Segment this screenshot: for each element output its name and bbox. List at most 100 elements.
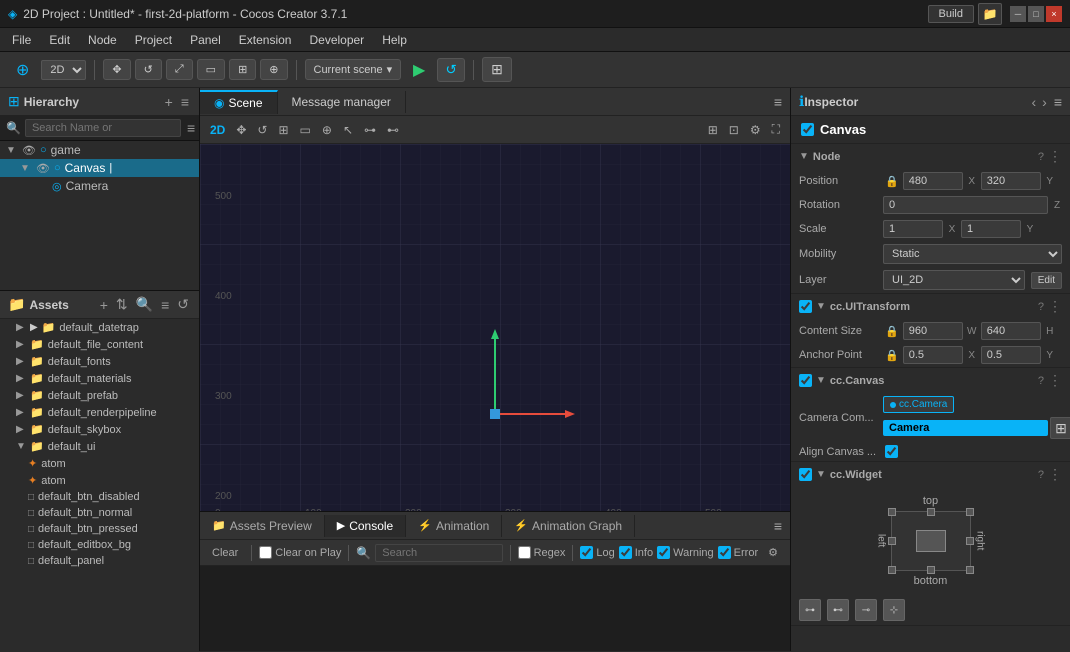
info-label[interactable]: Info xyxy=(619,546,653,559)
scene-select-btn[interactable]: ▭ xyxy=(296,121,315,139)
canvas-enable-checkbox[interactable] xyxy=(801,123,814,136)
anchor-tool[interactable]: ⊕ xyxy=(260,59,287,80)
error-label[interactable]: Error xyxy=(718,546,758,559)
inspector-nav-next[interactable]: › xyxy=(1039,94,1050,110)
menu-developer[interactable]: Developer xyxy=(301,31,372,49)
layer-edit-button[interactable]: Edit xyxy=(1031,272,1062,289)
widget-handle-tl[interactable] xyxy=(888,508,896,516)
uitransform-header[interactable]: ▼ cc.UITransform ? ⋮ xyxy=(791,294,1070,319)
assets-add-btn[interactable]: + xyxy=(98,297,110,313)
scene-view[interactable]: 0 100 200 300 400 500 600 700 800 500 40… xyxy=(200,144,790,511)
menu-extension[interactable]: Extension xyxy=(231,31,300,49)
asset-item-materials[interactable]: ▶ 📁 default_materials xyxy=(0,370,199,387)
tab-console[interactable]: ▶ Console xyxy=(325,515,407,537)
scene-anchor-btn[interactable]: ⊕ xyxy=(318,121,336,139)
widget-icon-btn-3[interactable]: ⊸ xyxy=(855,599,877,621)
widget-handle-tc[interactable] xyxy=(927,508,935,516)
inspector-menu-btn[interactable]: ≡ xyxy=(1054,94,1062,110)
restore-button[interactable]: □ xyxy=(1028,6,1044,22)
menu-project[interactable]: Project xyxy=(127,31,180,49)
menu-panel[interactable]: Panel xyxy=(182,31,229,49)
asset-item-btn-pressed[interactable]: □ default_btn_pressed xyxy=(0,521,199,537)
asset-item-skybox[interactable]: ▶ 📁 default_skybox xyxy=(0,421,199,438)
asset-item-atom1[interactable]: ✦ atom xyxy=(0,455,199,472)
position-lock-icon[interactable]: 🔒 xyxy=(885,175,899,188)
build-button[interactable]: Build xyxy=(928,5,974,23)
hierarchy-search-input[interactable] xyxy=(25,119,181,137)
clear-button[interactable]: Clear xyxy=(206,546,244,560)
tree-item-canvas[interactable]: ▼ 👁 ○ Canvas | xyxy=(0,159,199,177)
minimize-button[interactable]: ─ xyxy=(1010,6,1026,22)
cc-canvas-header[interactable]: ▼ cc.Canvas ? ⋮ xyxy=(791,368,1070,393)
widget-handle-bc[interactable] xyxy=(927,566,935,574)
uitransform-more-icon[interactable]: ⋮ xyxy=(1048,298,1062,315)
scene-viewport-btn1[interactable]: ⊞ xyxy=(704,121,722,139)
assets-search-btn[interactable]: 🔍 xyxy=(134,296,155,313)
node-section-header[interactable]: ▼ Node ? ⋮ xyxy=(791,144,1070,169)
asset-item-panel[interactable]: □ default_panel xyxy=(0,553,199,569)
widget-handle-br[interactable] xyxy=(966,566,974,574)
position-y-input[interactable] xyxy=(981,172,1041,190)
tab-animation[interactable]: ⚡ Animation xyxy=(406,515,502,537)
regex-checkbox[interactable] xyxy=(518,546,531,559)
cc-canvas-checkbox[interactable] xyxy=(799,374,812,387)
scene-arrow-btn[interactable]: ↖ xyxy=(339,121,357,139)
console-panel-menu[interactable]: ≡ xyxy=(766,518,790,534)
regex-label[interactable]: Regex xyxy=(518,546,566,559)
asset-item-default-datetrap[interactable]: ▶ ▶ 📁 default_datetrap xyxy=(0,319,199,336)
play-button[interactable]: ▶ xyxy=(405,58,433,82)
anchor-point-lock[interactable]: 🔒 xyxy=(885,349,899,362)
node-help-icon[interactable]: ? xyxy=(1038,151,1044,163)
scene-viewport-btn2[interactable]: ⊡ xyxy=(725,121,743,139)
widget-handle-mr[interactable] xyxy=(966,537,974,545)
content-size-lock[interactable]: 🔒 xyxy=(885,325,899,338)
info-checkbox[interactable] xyxy=(619,546,632,559)
assets-list-btn[interactable]: ≡ xyxy=(159,297,171,313)
transform-tool[interactable]: ⊞ xyxy=(229,59,256,80)
tab-animation-graph[interactable]: ⚡ Animation Graph xyxy=(502,515,635,537)
scale-y-input[interactable] xyxy=(961,220,1021,238)
tree-item-camera[interactable]: ▶ ◎ Camera xyxy=(0,177,199,195)
cc-widget-help-icon[interactable]: ? xyxy=(1038,469,1044,481)
widget-handle-bl[interactable] xyxy=(888,566,896,574)
asset-item-btn-normal[interactable]: □ default_btn_normal xyxy=(0,505,199,521)
layer-select[interactable]: UI_2D DEFAULT xyxy=(883,270,1025,290)
menu-node[interactable]: Node xyxy=(80,31,125,49)
scale-x-input[interactable] xyxy=(883,220,943,238)
rotate-tool[interactable]: ↺ xyxy=(135,59,162,80)
asset-item-prefab[interactable]: ▶ 📁 default_prefab xyxy=(0,387,199,404)
asset-item-renderpipeline[interactable]: ▶ 📁 default_renderpipeline xyxy=(0,404,199,421)
rect-tool[interactable]: ▭ xyxy=(197,59,225,80)
camera-pick-btn[interactable]: ⊞ xyxy=(1050,417,1070,439)
tab-scene[interactable]: ◉ Scene xyxy=(200,90,278,114)
scene-align-h[interactable]: ⊶ xyxy=(360,121,380,139)
cc-widget-header[interactable]: ▼ cc.Widget ? ⋮ xyxy=(791,462,1070,487)
hierarchy-add-btn[interactable]: + xyxy=(163,94,175,110)
layout-button[interactable]: ⊞ xyxy=(482,57,512,82)
asset-item-file-content[interactable]: ▶ 📁 default_file_content xyxy=(0,336,199,353)
asset-item-atom2[interactable]: ✦ atom xyxy=(0,472,199,489)
refresh-button[interactable]: ↺ xyxy=(437,58,465,82)
widget-handle-tr[interactable] xyxy=(966,508,974,516)
asset-item-btn-disabled[interactable]: □ default_btn_disabled xyxy=(0,489,199,505)
rotation-z-input[interactable] xyxy=(883,196,1048,214)
mode-button[interactable]: ⊕ xyxy=(8,57,37,83)
anchor-point-y-input[interactable] xyxy=(981,346,1041,364)
warning-label[interactable]: Warning xyxy=(657,546,714,559)
mode-select[interactable]: 2D 3D xyxy=(41,60,86,80)
widget-handle-ml[interactable] xyxy=(888,537,896,545)
error-checkbox[interactable] xyxy=(718,546,731,559)
position-x-input[interactable] xyxy=(903,172,963,190)
scene-selector[interactable]: Current scene ▾ xyxy=(305,59,402,80)
cc-canvas-help-icon[interactable]: ? xyxy=(1038,375,1044,387)
node-more-icon[interactable]: ⋮ xyxy=(1048,148,1062,165)
uitransform-checkbox[interactable] xyxy=(799,300,812,313)
log-label[interactable]: Log xyxy=(580,546,614,559)
inspector-nav-prev[interactable]: ‹ xyxy=(1028,94,1039,110)
asset-item-editbox-bg[interactable]: □ default_editbox_bg xyxy=(0,537,199,553)
console-search-input[interactable] xyxy=(375,544,502,562)
widget-icon-btn-1[interactable]: ⊶ xyxy=(799,599,821,621)
clear-on-play-label[interactable]: Clear on Play xyxy=(259,546,341,559)
scene-2d-toggle[interactable]: 2D xyxy=(206,121,229,139)
align-canvas-checkbox[interactable] xyxy=(885,445,898,458)
